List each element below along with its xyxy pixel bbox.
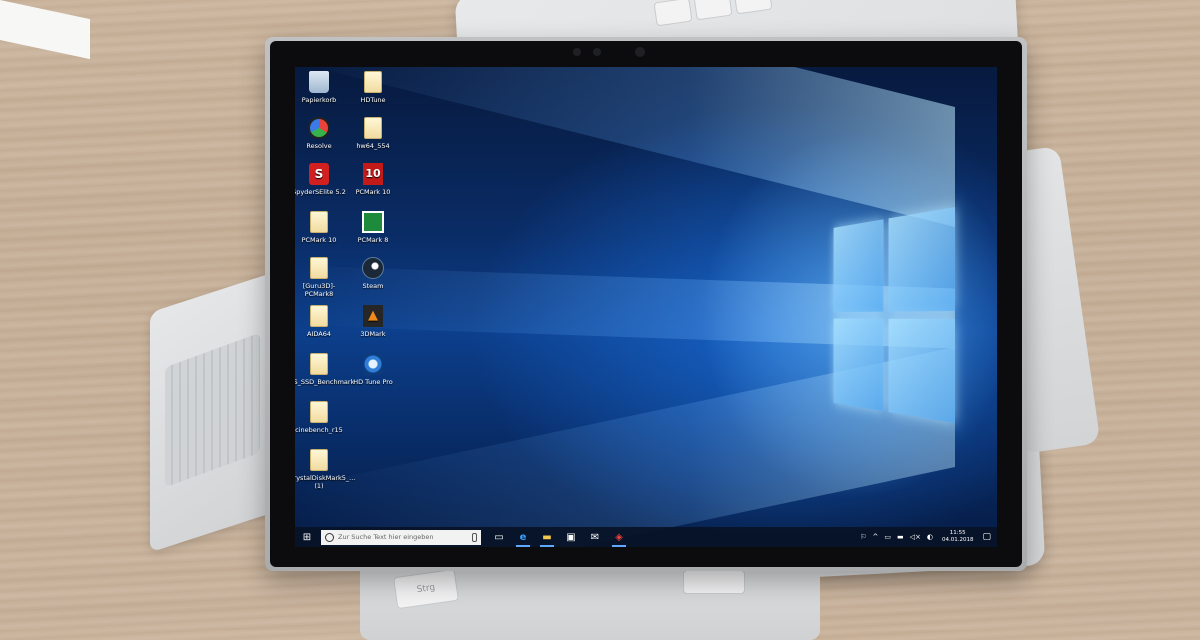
keyboard-key [683,570,745,594]
desktop-icon-label: 3DMark [360,330,386,338]
taskbar-store[interactable]: ▣ [559,527,583,547]
desktop-icon-label: HDTune [360,96,386,104]
search-box[interactable]: Zur Suche Text hier eingeben [321,529,481,545]
taskbar-edge[interactable]: e [511,527,535,547]
desktop-icon-label: cinebench_r15 [295,426,343,434]
steam-icon [362,257,384,279]
spyder-icon: S [309,163,329,185]
resolve-icon [308,117,330,139]
camera-icon [635,47,645,57]
desktop-icon-pcmark10[interactable]: 10 PCMark 10 [343,163,403,196]
desktop-icon-guru3d[interactable]: [Guru3D]-PCMark8 [295,257,349,298]
desktop-icon-hdtune-pro[interactable]: HD Tune Pro [343,353,403,386]
mail-icon: ✉ [590,531,600,543]
desktop-icon-label: PCMark 10 [355,188,391,196]
task-view-button[interactable]: ▭ [487,527,511,547]
3dmark-icon: ▲ [363,305,383,327]
desktop-icon-cinebench[interactable]: cinebench_r15 [295,401,349,434]
microphone-icon[interactable] [472,532,477,542]
desktop-icon-pcmark10-folder[interactable]: PCMark 10 [295,211,349,244]
desktop-icon-steam[interactable]: Steam [343,257,403,290]
tablet-device: Papierkorb HDTune Resolve hw64_554 S Spy… [265,37,1027,571]
taskbar: ⊞ Zur Suche Text hier eingeben ▭ e ▬ ▣ ✉ [295,527,997,547]
file-icon [310,401,328,423]
desktop-icon-label: [Guru3D]-PCMark8 [302,282,336,298]
folder-icon [310,305,328,327]
folder-icon [310,449,328,471]
taskbar-app[interactable]: ◈ [607,527,631,547]
desktop-icon-hdtune[interactable]: HDTune [343,71,403,104]
paper-corner [0,0,90,60]
tablet-icon[interactable]: ▭ [884,533,891,541]
windows-logo-wallpaper [833,207,955,427]
app-icon: ◈ [615,531,623,543]
clock-date: 04.01.2018 [941,537,974,543]
edge-icon: e [519,531,527,543]
desktop-icon-label: (1) [314,482,324,490]
search-placeholder: Zur Suche Text hier eingeben [338,533,434,541]
taskbar-mail[interactable]: ✉ [583,527,607,547]
windows-icon: ⊞ [302,531,312,543]
pcmark8-icon [362,211,384,233]
folder-icon [310,353,328,375]
start-button[interactable]: ⊞ [295,527,319,547]
clock-time: 11:55 [949,530,966,536]
desktop-icon-label: PCMark 10 [301,236,337,244]
desktop-icon-label: Papierkorb [301,96,337,104]
desktop-icon-label: Resolve [306,142,332,150]
desktop-icon-hw64[interactable]: hw64_554 [343,117,403,150]
desktop-icon-label: Steam [362,282,384,290]
network-icon[interactable]: ◐ [927,533,933,541]
desktop-icon-papierkorb[interactable]: Papierkorb [295,71,349,104]
desktop-icon-label: SpyderSElite 5.2 [295,188,346,196]
sensor-icon [593,48,601,56]
file-icon [364,117,382,139]
chevron-up-icon[interactable]: ^ [873,533,879,541]
task-view-icon: ▭ [494,531,504,543]
desktop-icon-crystaldiskmark[interactable]: CrystalDiskMark5_... (1) [295,449,355,490]
search-icon [325,532,334,542]
desktop-screen[interactable]: Papierkorb HDTune Resolve hw64_554 S Spy… [295,67,997,547]
desktop-icon-3dmark[interactable]: ▲ 3DMark [343,305,403,338]
notification-icon[interactable]: ▢ [982,532,991,542]
volume-muted-icon[interactable]: ◁× [910,533,921,541]
sensor-icon [573,48,581,56]
desktop-icon-pcmark8[interactable]: PCMark 8 [343,211,403,244]
desktop-icon-label: CrystalDiskMark5_... [295,474,356,482]
desktop-icon-as-ssd[interactable]: AS_SSD_Benchmark [295,353,354,386]
desktop-icon-spyder[interactable]: S SpyderSElite 5.2 [295,163,349,196]
recycle-bin-icon [309,71,329,93]
taskbar-explorer[interactable]: ▬ [535,527,559,547]
battery-icon[interactable]: ▬ [897,533,904,541]
people-icon[interactable]: ⚐ [860,533,866,541]
store-icon: ▣ [566,531,576,543]
strg-key-label: Strg [416,582,436,596]
pcmark10-icon: 10 [363,163,383,185]
folder-icon [310,211,328,233]
folder-icon: ▬ [542,531,552,543]
desktop-icon-resolve[interactable]: Resolve [295,117,349,150]
hdtune-icon [363,353,383,375]
desktop-icon-label: PCMark 8 [357,236,389,244]
desktop-icon-aida64[interactable]: AIDA64 [295,305,349,338]
clock[interactable]: 11:55 04.01.2018 [942,530,974,544]
file-icon [310,257,328,279]
desktop-icon-label: HD Tune Pro [353,378,393,386]
system-tray: ⚐ ^ ▭ ▬ ◁× ◐ 11:55 04.01.2018 ▢ [857,530,997,544]
desktop-icon-label: AIDA64 [307,330,331,338]
folder-icon [364,71,382,93]
desktop-icon-label: hw64_554 [356,142,390,150]
